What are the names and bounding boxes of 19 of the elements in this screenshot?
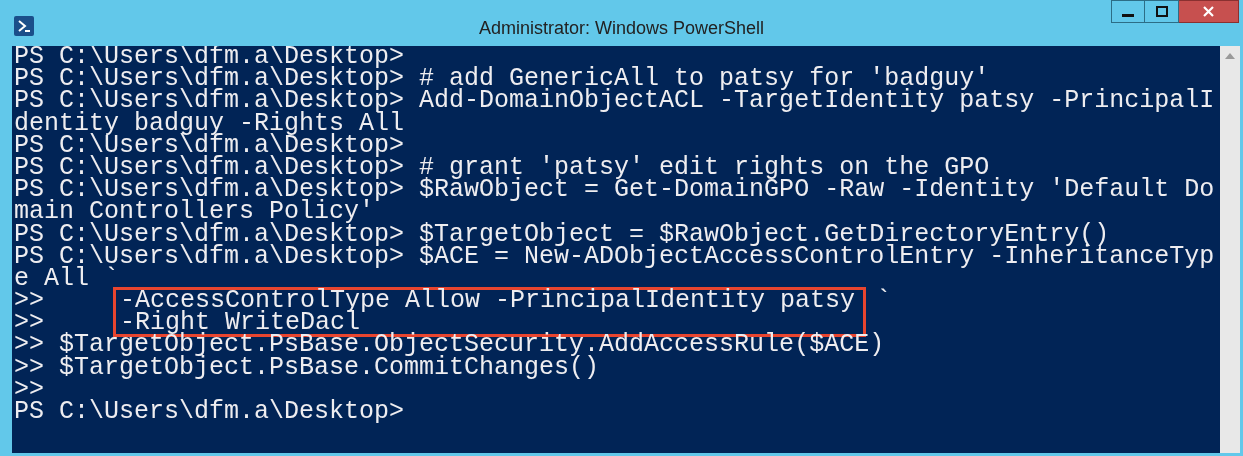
line-continuation: ` <box>876 286 892 316</box>
maximize-icon <box>1155 6 1168 17</box>
close-button[interactable] <box>1179 0 1239 23</box>
console-line: -AccessControlType Allow -PrincipalIdentity patsy <box>120 290 856 313</box>
maximize-button[interactable] <box>1145 0 1179 23</box>
console-line: PS C:\Users\dfm.a\Desktop> <box>14 134 405 157</box>
window-title: Administrator: Windows PowerShell <box>478 17 765 40</box>
console-line: >> $TargetObject.PsBase.ObjectSecurity.AddAccessRule($ACE) <box>14 334 885 357</box>
console-line: e All ` <box>14 267 120 291</box>
minimize-button[interactable] <box>1111 0 1145 23</box>
minimize-icon <box>1122 13 1134 17</box>
console-line: >> <box>14 378 44 401</box>
powershell-icon <box>14 16 34 36</box>
console-line: >> $TargetObject.PsBase.CommitChanges() <box>14 356 600 379</box>
console-line: -Right WriteDacl <box>120 312 361 335</box>
close-icon <box>1203 6 1214 17</box>
console-line: PS C:\Users\dfm.a\Desktop> <box>14 401 405 424</box>
console-line: dentity badguy -Rights All <box>14 112 405 135</box>
scrollbar[interactable] <box>1220 46 1240 453</box>
